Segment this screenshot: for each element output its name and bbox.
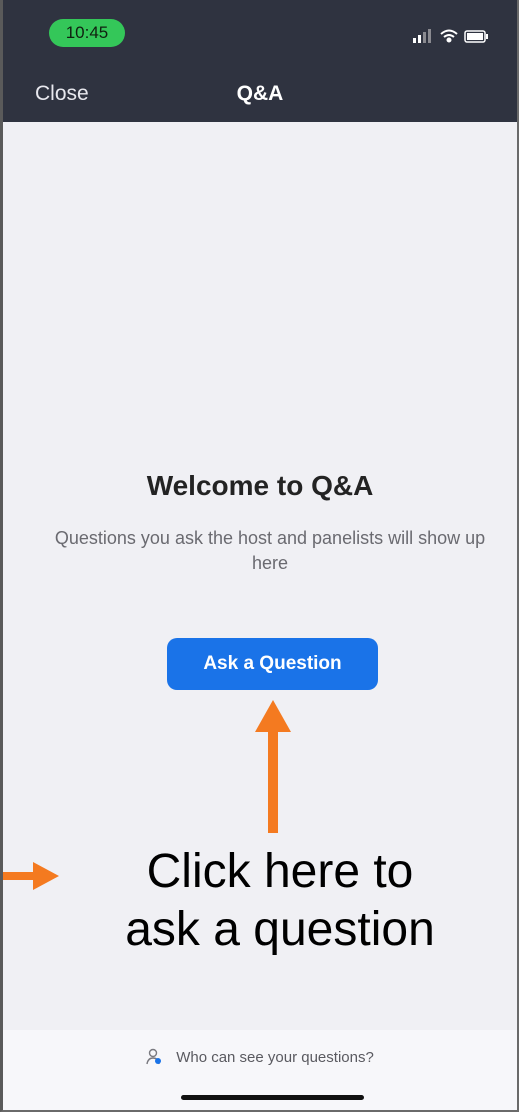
- annotation-callout: Click here to ask a question: [43, 843, 517, 959]
- ask-question-button[interactable]: Ask a Question: [167, 638, 378, 690]
- wifi-icon: [440, 29, 458, 43]
- empty-state-heading: Welcome to Q&A: [146, 470, 374, 501]
- header-bar: 10:45 Close Q&A: [3, 0, 517, 122]
- empty-state-description: Questions you ask the host and panelists…: [54, 528, 486, 573]
- annotation-line-2: ask a question: [125, 903, 435, 956]
- annotation-line-1: Click here to: [146, 845, 414, 898]
- signal-icon: [413, 29, 431, 43]
- footer-bar: Who can see your questions?: [3, 1030, 517, 1110]
- privacy-link[interactable]: Who can see your questions?: [3, 1048, 517, 1066]
- person-icon: [146, 1048, 162, 1065]
- page-title: Q&A: [236, 82, 284, 105]
- battery-icon: [464, 30, 488, 43]
- status-icons: [413, 29, 488, 43]
- privacy-label: Who can see your questions?: [176, 1049, 374, 1066]
- arrow-up-icon: [255, 700, 291, 833]
- home-indicator: [181, 1095, 364, 1100]
- phone-frame: 10:45 Close Q&A Welcome to Q&A Questions…: [0, 0, 519, 1112]
- status-time: 10:45: [49, 19, 125, 47]
